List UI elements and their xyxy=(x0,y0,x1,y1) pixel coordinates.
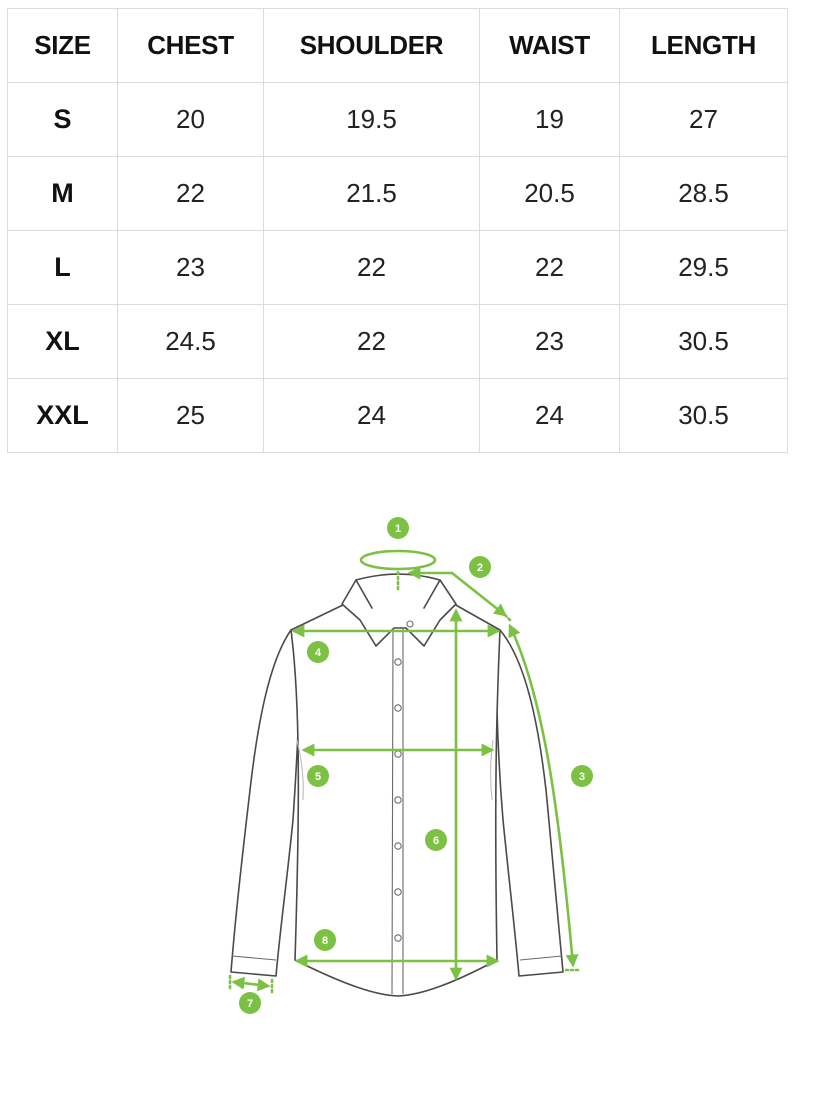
length-value: 30.5 xyxy=(619,378,788,453)
marker-2-icon: 2 xyxy=(469,556,491,578)
shoulder-value: 22 xyxy=(263,304,480,379)
shirt-outline-icon xyxy=(230,573,564,997)
shoulder-value: 24 xyxy=(263,378,480,453)
length-value: 27 xyxy=(619,82,788,157)
shoulder-value: 21.5 xyxy=(263,156,480,231)
svg-text:6: 6 xyxy=(433,835,439,847)
table-row: XXL 25 24 24 30.5 xyxy=(7,378,788,453)
chest-value: 23 xyxy=(117,230,264,305)
header-chest: CHEST xyxy=(117,8,264,83)
svg-text:4: 4 xyxy=(315,647,322,659)
chest-value: 25 xyxy=(117,378,264,453)
header-waist: WAIST xyxy=(479,8,620,83)
marker-5-icon: 5 xyxy=(307,765,329,787)
header-length: LENGTH xyxy=(619,8,788,83)
marker-4-icon: 4 xyxy=(307,641,329,663)
table-row: S 20 19.5 19 27 xyxy=(7,82,788,157)
waist-value: 20.5 xyxy=(479,156,620,231)
svg-text:5: 5 xyxy=(315,771,321,783)
size-label: S xyxy=(7,82,118,157)
svg-text:2: 2 xyxy=(477,562,483,574)
marker-6-icon: 6 xyxy=(425,829,447,851)
table-row: XL 24.5 22 23 30.5 xyxy=(7,304,788,379)
size-label: L xyxy=(7,230,118,305)
svg-text:3: 3 xyxy=(579,771,585,783)
size-label: M xyxy=(7,156,118,231)
shoulder-value: 22 xyxy=(263,230,480,305)
table-row: L 23 22 22 29.5 xyxy=(7,230,788,305)
length-value: 30.5 xyxy=(619,304,788,379)
size-chart-table: SIZE CHEST SHOULDER WAIST LENGTH S 20 19… xyxy=(7,8,788,453)
size-label: XL xyxy=(7,304,118,379)
waist-value: 24 xyxy=(479,378,620,453)
header-shoulder: SHOULDER xyxy=(263,8,480,83)
chest-value: 24.5 xyxy=(117,304,264,379)
marker-7-icon: 7 xyxy=(239,992,261,1014)
length-value: 29.5 xyxy=(619,230,788,305)
svg-text:7: 7 xyxy=(247,998,253,1010)
shoulder-value: 19.5 xyxy=(263,82,480,157)
waist-value: 19 xyxy=(479,82,620,157)
marker-1-icon: 1 xyxy=(387,517,409,539)
size-label: XXL xyxy=(7,378,118,453)
length-value: 28.5 xyxy=(619,156,788,231)
table-header-row: SIZE CHEST SHOULDER WAIST LENGTH xyxy=(7,8,788,83)
marker-8-icon: 8 xyxy=(314,929,336,951)
marker-3-icon: 3 xyxy=(571,765,593,787)
chest-value: 20 xyxy=(117,82,264,157)
shirt-measurement-diagram: 1 2 3 4 5 6 7 8 xyxy=(228,517,593,1014)
svg-text:1: 1 xyxy=(395,523,401,535)
header-size: SIZE xyxy=(7,8,118,83)
waist-value: 23 xyxy=(479,304,620,379)
waist-value: 22 xyxy=(479,230,620,305)
table-row: M 22 21.5 20.5 28.5 xyxy=(7,156,788,231)
chest-value: 22 xyxy=(117,156,264,231)
svg-text:8: 8 xyxy=(322,935,328,947)
